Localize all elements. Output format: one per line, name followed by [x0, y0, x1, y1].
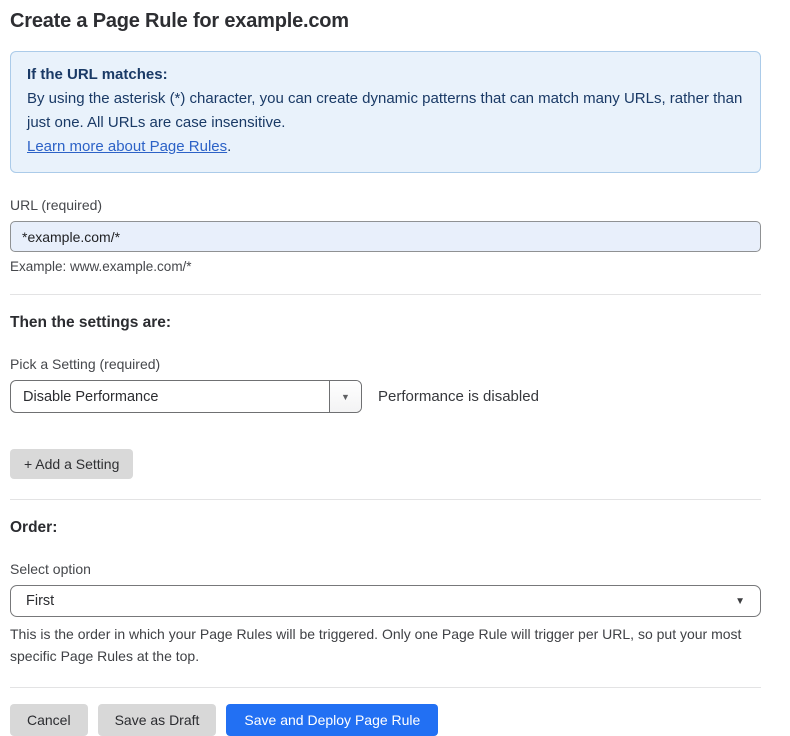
info-box-heading: If the URL matches: — [27, 63, 744, 87]
learn-more-link[interactable]: Learn more about Page Rules — [27, 138, 227, 155]
url-matches-info-box: If the URL matches: By using the asteris… — [10, 51, 761, 173]
setting-dropdown[interactable]: Disable Performance ▼ — [10, 380, 362, 413]
order-select-label: Select option — [10, 561, 761, 577]
page-title: Create a Page Rule for example.com — [10, 8, 761, 34]
info-box-link-line: Learn more about Page Rules. — [27, 135, 744, 159]
order-section-heading: Order: — [10, 519, 761, 537]
chevron-down-icon: ▼ — [341, 392, 350, 402]
create-page-rule-form: Create a Page Rule for example.com If th… — [10, 0, 761, 736]
cancel-button[interactable]: Cancel — [10, 704, 88, 736]
setting-status-text: Performance is disabled — [378, 388, 539, 405]
save-as-draft-button[interactable]: Save as Draft — [98, 704, 217, 736]
footer-actions: Cancel Save as Draft Save and Deploy Pag… — [10, 704, 761, 736]
order-select[interactable]: First ▼ — [10, 585, 761, 617]
chevron-down-icon: ▼ — [735, 596, 745, 607]
link-suffix: . — [227, 138, 231, 155]
pick-setting-label: Pick a Setting (required) — [10, 356, 761, 372]
divider — [10, 687, 761, 688]
order-hint-text: This is the order in which your Page Rul… — [10, 623, 761, 667]
order-select-value: First — [26, 593, 54, 609]
divider — [10, 294, 761, 295]
settings-section-heading: Then the settings are: — [10, 314, 761, 332]
url-field-label: URL (required) — [10, 197, 761, 213]
setting-dropdown-value: Disable Performance — [11, 381, 329, 412]
divider — [10, 499, 761, 500]
dropdown-arrow-button[interactable]: ▼ — [329, 381, 361, 412]
url-input[interactable] — [10, 221, 761, 252]
save-and-deploy-button[interactable]: Save and Deploy Page Rule — [226, 704, 438, 736]
setting-row: Disable Performance ▼ Performance is dis… — [10, 380, 761, 413]
url-example-hint: Example: www.example.com/* — [10, 259, 761, 274]
info-box-body: By using the asterisk (*) character, you… — [27, 87, 744, 135]
add-setting-button[interactable]: + Add a Setting — [10, 449, 133, 479]
